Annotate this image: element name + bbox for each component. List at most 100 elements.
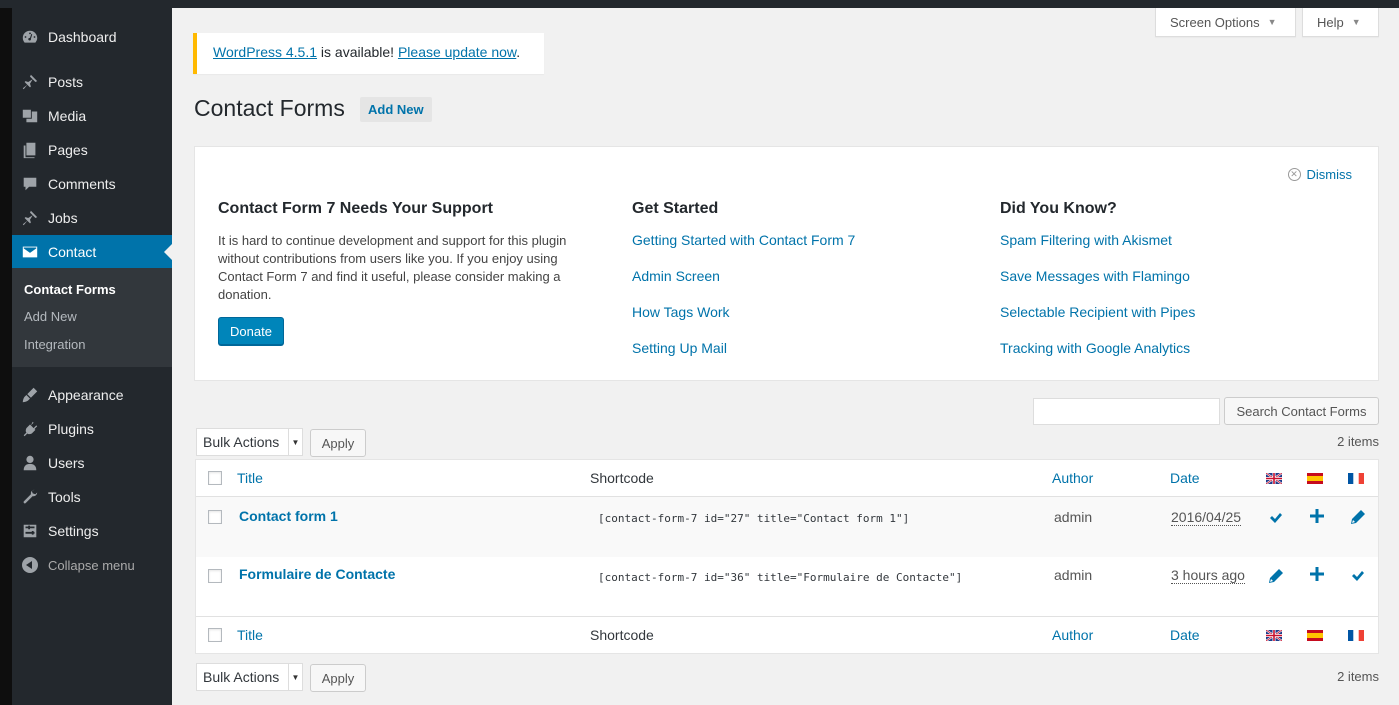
select-all-checkbox[interactable]	[208, 628, 222, 642]
row-checkbox[interactable]	[208, 510, 222, 524]
france-flag-icon	[1348, 473, 1364, 484]
table-footer-row: Title Shortcode Author Date	[196, 616, 1378, 653]
collapse-menu-label: Collapse menu	[48, 557, 135, 573]
brush-icon	[12, 386, 48, 404]
sidebar-item-label: Tools	[48, 489, 81, 505]
caret-down-icon: ▼	[1267, 17, 1277, 27]
screen-options-button[interactable]: Screen Options ▼	[1155, 8, 1296, 37]
sidebar-item-settings[interactable]: Settings	[12, 514, 172, 548]
pushpin-icon	[12, 73, 48, 91]
row-checkbox[interactable]	[208, 569, 222, 583]
admin-sidebar: Dashboard Posts Media Pages Comments Job…	[12, 8, 172, 705]
sidebar-item-label: Dashboard	[48, 29, 117, 45]
sidebar-item-posts[interactable]: Posts	[12, 65, 172, 99]
sidebar-item-comments[interactable]: Comments	[12, 167, 172, 201]
users-icon	[12, 454, 48, 472]
apply-button[interactable]: Apply	[310, 429, 366, 457]
uk-flag-icon	[1266, 473, 1282, 484]
collapse-menu-button[interactable]: Collapse menu	[12, 553, 172, 577]
sidebar-item-media[interactable]: Media	[12, 99, 172, 133]
sidebar-item-label: Plugins	[48, 421, 94, 437]
notice-end: .	[516, 44, 521, 60]
did-you-know-link[interactable]: Tracking with Google Analytics	[1000, 340, 1190, 356]
pencil-icon[interactable]	[1268, 568, 1284, 584]
sidebar-item-appearance[interactable]: Appearance	[12, 378, 172, 412]
media-icon	[12, 107, 48, 125]
support-column: Contact Form 7 Needs Your Support It is …	[218, 200, 603, 345]
update-now-link[interactable]: Please update now	[398, 44, 516, 60]
help-button[interactable]: Help ▼	[1302, 8, 1379, 37]
did-you-know-column: Did You Know? Spam Filtering with Akisme…	[1000, 200, 1195, 376]
plug-icon	[12, 420, 48, 438]
row-date: 3 hours ago	[1171, 567, 1245, 584]
update-notice: WordPress 4.5.1 is available! Please upd…	[193, 33, 544, 74]
welcome-panel: ✕ Dismiss Contact Form 7 Needs Your Supp…	[194, 146, 1379, 381]
page-title: Contact Forms	[194, 95, 345, 121]
column-author-header[interactable]: Author	[1052, 627, 1093, 643]
uk-flag-icon	[1266, 630, 1282, 641]
plus-icon[interactable]	[1309, 508, 1325, 524]
row-shortcode: [contact-form-7 id="36" title="Formulair…	[598, 571, 963, 584]
bulk-actions-select[interactable]: Bulk Actions ▼	[196, 428, 303, 456]
column-title-header[interactable]: Title	[237, 470, 263, 486]
select-all-checkbox[interactable]	[208, 471, 222, 485]
sidebar-item-jobs[interactable]: Jobs	[12, 201, 172, 235]
sidebar-item-users[interactable]: Users	[12, 446, 172, 480]
row-title-link[interactable]: Formulaire de Contacte	[239, 566, 395, 582]
get-started-link[interactable]: Getting Started with Contact Form 7	[632, 232, 855, 248]
add-new-button[interactable]: Add New	[360, 97, 432, 122]
admin-bar	[0, 0, 1399, 8]
get-started-heading: Get Started	[632, 200, 719, 217]
search-contact-forms-button[interactable]: Search Contact Forms	[1224, 397, 1379, 425]
pencil-icon[interactable]	[1350, 509, 1366, 525]
france-flag-icon	[1348, 630, 1364, 641]
submenu-item-contact-forms[interactable]: Contact Forms	[24, 282, 116, 297]
help-label: Help	[1317, 14, 1344, 30]
submenu-item-add-new[interactable]: Add New	[24, 309, 77, 324]
column-date-header[interactable]: Date	[1170, 627, 1200, 643]
did-you-know-link[interactable]: Spam Filtering with Akismet	[1000, 232, 1172, 248]
did-you-know-heading: Did You Know?	[1000, 200, 1117, 217]
get-started-column: Get Started Getting Started with Contact…	[632, 200, 855, 376]
column-date-header[interactable]: Date	[1170, 470, 1200, 486]
checkmark-icon[interactable]	[1350, 568, 1366, 584]
wrench-icon	[12, 488, 48, 506]
bulk-actions-value: Bulk Actions	[203, 434, 280, 450]
donate-button[interactable]: Donate	[218, 317, 284, 345]
comments-icon	[12, 175, 48, 193]
spain-flag-icon	[1307, 473, 1323, 484]
submenu-item-integration[interactable]: Integration	[24, 337, 85, 352]
wordpress-version-link[interactable]: WordPress 4.5.1	[213, 44, 317, 60]
row-title-link[interactable]: Contact form 1	[239, 508, 338, 524]
table-row: Formulaire de Contacte [contact-form-7 i…	[196, 557, 1378, 616]
search-input[interactable]	[1033, 398, 1220, 425]
row-date: 2016/04/25	[1171, 509, 1242, 526]
sidebar-item-label: Contact	[48, 244, 97, 260]
sidebar-item-tools[interactable]: Tools	[12, 480, 172, 514]
get-started-link[interactable]: Admin Screen	[632, 268, 720, 284]
did-you-know-link[interactable]: Save Messages with Flamingo	[1000, 268, 1190, 284]
did-you-know-link[interactable]: Selectable Recipient with Pipes	[1000, 304, 1195, 320]
dashboard-icon	[12, 28, 48, 46]
support-heading: Contact Form 7 Needs Your Support	[218, 200, 493, 217]
bulk-actions-select-bottom[interactable]: Bulk Actions ▼	[196, 663, 303, 691]
sidebar-item-label: Appearance	[48, 387, 124, 403]
dismiss-button[interactable]: ✕ Dismiss	[1287, 167, 1352, 182]
column-author-header[interactable]: Author	[1052, 470, 1093, 486]
window-edge	[0, 0, 12, 705]
checkmark-icon[interactable]	[1268, 510, 1284, 526]
plus-icon[interactable]	[1309, 566, 1325, 582]
sidebar-item-contact[interactable]: Contact	[12, 235, 172, 269]
apply-button-bottom[interactable]: Apply	[310, 664, 366, 692]
sidebar-item-plugins[interactable]: Plugins	[12, 412, 172, 446]
contact-forms-table: Title Shortcode Author Date Contact form…	[195, 459, 1379, 654]
sidebar-item-pages[interactable]: Pages	[12, 133, 172, 167]
pages-icon	[12, 141, 48, 159]
get-started-link[interactable]: How Tags Work	[632, 304, 730, 320]
sidebar-item-label: Settings	[48, 523, 99, 539]
get-started-link[interactable]: Setting Up Mail	[632, 340, 727, 356]
column-title-header[interactable]: Title	[237, 627, 263, 643]
column-shortcode-header: Shortcode	[590, 470, 654, 486]
sidebar-item-dashboard[interactable]: Dashboard	[12, 20, 172, 54]
support-text: It is hard to continue development and s…	[218, 233, 567, 302]
